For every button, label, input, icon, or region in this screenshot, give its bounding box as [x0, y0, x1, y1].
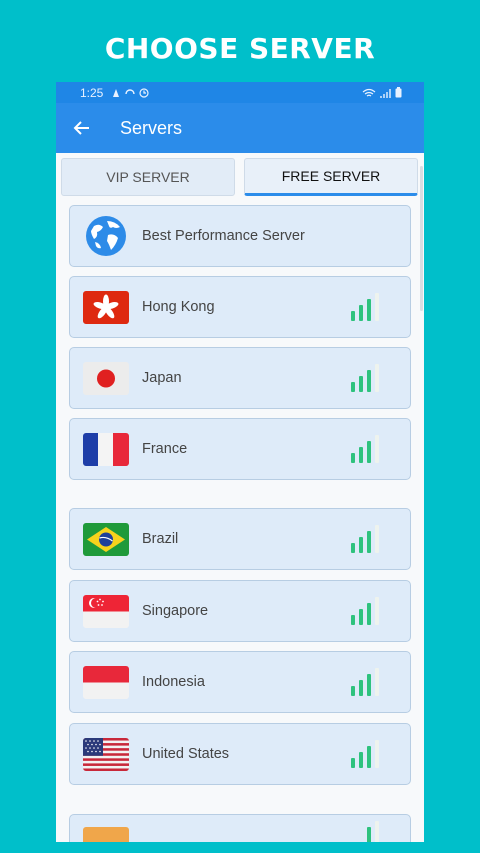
france-flag-icon	[83, 432, 129, 466]
signal-strength-icon	[351, 525, 379, 553]
server-item-singapore[interactable]: Singapore	[69, 580, 411, 642]
server-name: Best Performance Server	[142, 228, 305, 244]
tab-free-server[interactable]: FREE SERVER	[244, 158, 418, 196]
status-time: 1:25	[80, 85, 104, 100]
signal-strength-icon	[367, 821, 379, 842]
signal-strength-icon	[351, 364, 379, 392]
server-item-united-states[interactable]: United States	[69, 723, 411, 785]
singapore-flag-icon	[83, 594, 129, 628]
server-item-best-performance[interactable]: Best Performance Server	[69, 205, 411, 267]
server-name: France	[142, 441, 188, 457]
japan-flag-icon	[83, 361, 129, 395]
server-name: Hong Kong	[142, 299, 215, 315]
headline: CHOOSE SERVER	[104, 32, 376, 65]
server-name: Japan	[142, 370, 182, 386]
scrollbar[interactable]	[420, 166, 423, 311]
app-bar: Servers	[56, 103, 424, 153]
server-item-japan[interactable]: Japan	[69, 347, 411, 409]
sync-icon	[125, 88, 136, 94]
globe-icon	[86, 216, 126, 256]
server-name: United States	[142, 746, 230, 762]
signal-strength-icon	[351, 668, 379, 696]
status-bar: 1:25	[56, 82, 424, 103]
indonesia-flag-icon	[83, 665, 129, 699]
phone-screen: 1:25 Servers VIP SERVER FREE SERVER Best…	[56, 82, 424, 842]
notification-icon	[113, 88, 120, 97]
server-item-hong-kong[interactable]: Hong Kong	[69, 276, 411, 338]
page-title: Servers	[120, 117, 183, 138]
flag-icon	[83, 827, 129, 842]
server-item-france[interactable]: France	[69, 418, 411, 480]
hong-kong-flag-icon	[83, 290, 129, 324]
server-item-brazil[interactable]: Brazil	[69, 508, 411, 570]
signal-strength-icon	[351, 740, 379, 768]
cell-signal-icon	[380, 88, 391, 98]
signal-strength-icon	[351, 435, 379, 463]
brazil-flag-icon	[83, 522, 129, 556]
signal-strength-icon	[351, 293, 379, 321]
server-tabs: VIP SERVER FREE SERVER	[56, 153, 424, 198]
tab-vip-server[interactable]: VIP SERVER	[61, 158, 235, 196]
server-item-partial[interactable]	[69, 814, 411, 842]
server-name: Brazil	[142, 531, 179, 547]
back-arrow-icon[interactable]	[72, 118, 92, 138]
usa-flag-icon	[83, 737, 129, 771]
server-name: Singapore	[142, 603, 209, 619]
clock-icon	[139, 87, 149, 98]
server-name: Indonesia	[142, 674, 205, 690]
signal-strength-icon	[351, 597, 379, 625]
wifi-icon	[362, 88, 376, 96]
battery-icon	[395, 87, 402, 98]
server-item-indonesia[interactable]: Indonesia	[69, 651, 411, 713]
